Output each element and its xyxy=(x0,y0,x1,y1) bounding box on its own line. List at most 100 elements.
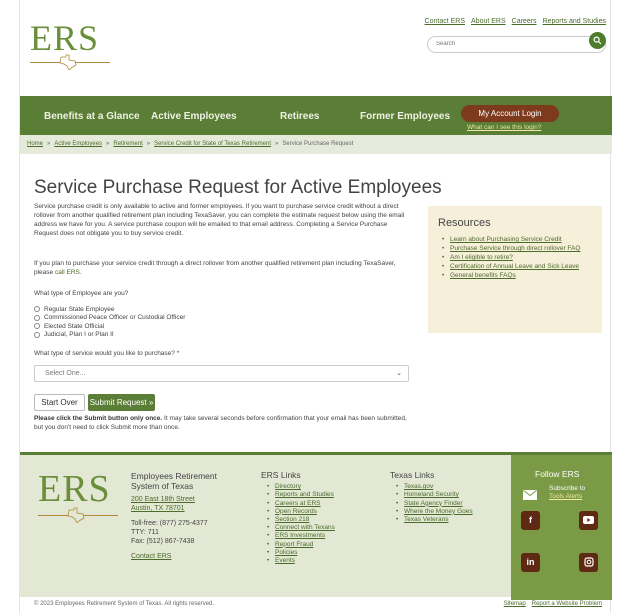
contact-ers-link[interactable]: Contact ERS xyxy=(425,18,465,25)
report-problem-link[interactable]: Report a Website Problem xyxy=(532,601,602,607)
list-item: Careers at ERS xyxy=(267,500,371,508)
search-button[interactable] xyxy=(589,32,606,49)
radio-peace-officer[interactable]: Commissioned Peace Officer or Custodial … xyxy=(34,314,185,323)
nav-benefits[interactable]: Benefits at a Glance xyxy=(44,111,140,122)
tty-number: TTY: 711 xyxy=(131,529,159,536)
footer-link[interactable]: Homeland Security xyxy=(404,491,459,498)
logo-text: ERS xyxy=(30,18,100,58)
list-item: Reports and Studies xyxy=(267,491,371,499)
list-item: Am I eligible to retire? xyxy=(442,253,592,262)
youtube-icon[interactable] xyxy=(579,511,598,530)
select-value: Select One... xyxy=(45,370,86,377)
crumb-service-credit[interactable]: Service Credit for State of Texas Retire… xyxy=(154,141,271,147)
resource-link[interactable]: General benefits FAQs xyxy=(450,272,516,279)
facebook-icon[interactable]: f xyxy=(521,511,540,530)
crumb-active-employees[interactable]: Active Employees xyxy=(54,141,102,147)
crumb-current: Service Purchase Request xyxy=(282,141,354,147)
crumb-home[interactable]: Home xyxy=(27,141,43,147)
search-input[interactable] xyxy=(427,35,606,53)
contact-ers-footer-link[interactable]: Contact ERS xyxy=(131,553,171,560)
radio-circle[interactable] xyxy=(34,323,40,330)
rollover-text: If you plan to purchase your service cre… xyxy=(34,260,396,276)
service-type-select[interactable]: Select One... ⌄ xyxy=(34,365,409,382)
bottom-links: Sitemap Report a Website Problem xyxy=(504,601,602,607)
list-item: Open Records xyxy=(267,508,371,516)
footer-link[interactable]: Where the Money Goes xyxy=(404,508,473,515)
nav-former-employees[interactable]: Former Employees xyxy=(360,111,450,122)
list-item: Learn about Purchasing Service Credit xyxy=(442,235,592,244)
footer-link[interactable]: Events xyxy=(275,557,295,564)
employee-type-question: What type of Employee are you? xyxy=(34,290,129,297)
employee-type-radio-group: Regular State Employee Commissioned Peac… xyxy=(34,305,185,339)
page-title: Service Purchase Request for Active Empl… xyxy=(34,177,442,198)
list-item: Section 218 xyxy=(267,516,371,524)
texas-links-column: Texas Links Texas.gov Homeland Security … xyxy=(390,470,505,525)
list-item: State Agency Finder xyxy=(396,500,505,508)
list-item: Events xyxy=(267,557,371,565)
footer-link[interactable]: Connect with Texans xyxy=(275,524,335,531)
list-item: Connect with Texans xyxy=(267,524,371,532)
start-over-button[interactable]: Start Over xyxy=(34,394,85,411)
resource-link[interactable]: Certification of Annual Leave and Sick L… xyxy=(450,263,579,270)
follow-ers-title: Follow ERS xyxy=(535,469,580,479)
list-item: Homeland Security xyxy=(396,491,505,499)
submit-request-button[interactable]: Submit Request » xyxy=(88,394,155,411)
resource-link[interactable]: Learn about Purchasing Service Credit xyxy=(450,236,562,243)
footer-link[interactable]: Texas.gov xyxy=(404,483,433,490)
nav-retirees[interactable]: Retirees xyxy=(280,111,319,122)
list-item: ERS Investments xyxy=(267,532,371,540)
footer-link[interactable]: Section 218 xyxy=(275,516,309,523)
nav-active-employees[interactable]: Active Employees xyxy=(151,111,237,122)
resources-title: Resources xyxy=(438,217,491,229)
texas-map-icon xyxy=(59,54,77,70)
linkedin-icon[interactable]: in xyxy=(521,553,540,572)
my-account-login-button[interactable]: My Account Login xyxy=(461,105,559,122)
about-ers-link[interactable]: About ERS xyxy=(471,18,506,25)
follow-ers-panel: Follow ERS Subscribe to Tools Alerts f i… xyxy=(511,455,612,600)
texas-map-icon xyxy=(67,507,85,523)
footer-link[interactable]: Directory xyxy=(275,483,301,490)
texas-links-title: Texas Links xyxy=(390,470,435,480)
footer-link[interactable]: Open Records xyxy=(275,508,317,515)
list-item: Policies xyxy=(267,549,371,557)
utility-links: Contact ERS About ERS Careers Reports an… xyxy=(425,18,606,25)
sitemap-link[interactable]: Sitemap xyxy=(504,601,526,607)
footer-link[interactable]: Policies xyxy=(275,549,297,556)
instagram-icon[interactable] xyxy=(579,553,598,572)
ers-links-column: ERS Links Directory Reports and Studies … xyxy=(261,471,371,566)
list-item: Texas Veterans xyxy=(396,516,505,524)
resource-link[interactable]: Am I eligible to retire? xyxy=(450,254,513,261)
footer-ers-logo[interactable]: ERS xyxy=(38,469,118,529)
footer-link[interactable]: Texas Veterans xyxy=(404,516,448,523)
footer-link[interactable]: Reports and Studies xyxy=(275,491,334,498)
footer: ERS Employees Retirement System of Texas… xyxy=(20,452,612,600)
footer-org-name: Employees Retirement System of Texas xyxy=(131,471,217,491)
footer-link[interactable]: State Agency Finder xyxy=(404,500,463,507)
radio-circle[interactable] xyxy=(34,314,40,321)
radio-judicial[interactable]: Judicial, Plan I or Plan II xyxy=(34,331,185,340)
address-city-link[interactable]: Austin, TX 78701 xyxy=(131,505,185,512)
mail-icon[interactable] xyxy=(523,490,537,500)
login-help-link[interactable]: What can I see this login? xyxy=(467,124,541,131)
radio-regular-state-employee[interactable]: Regular State Employee xyxy=(34,305,185,314)
crumb-retirement[interactable]: Retirement xyxy=(113,141,142,147)
footer-link[interactable]: Report Fraud xyxy=(275,541,313,548)
footer-link[interactable]: ERS Investments xyxy=(275,532,325,539)
service-type-question: What type of service would you like to p… xyxy=(34,350,180,357)
main-nav: Benefits at a Glance Active Employees Re… xyxy=(20,96,612,135)
radio-circle[interactable] xyxy=(34,331,40,338)
reports-studies-link[interactable]: Reports and Studies xyxy=(543,18,606,25)
footer-logo-text: ERS xyxy=(38,468,111,510)
subscribe-tools-alerts[interactable]: Subscribe to Tools Alerts xyxy=(549,485,585,501)
address-link[interactable]: 200 East 18th Street xyxy=(131,496,195,503)
page: ERS Contact ERS About ERS Careers Report… xyxy=(19,0,612,613)
careers-link[interactable]: Careers xyxy=(512,18,537,25)
radio-elected-official[interactable]: Elected State Official xyxy=(34,322,185,331)
list-item: Where the Money Goes xyxy=(396,508,505,516)
ers-logo[interactable]: ERS xyxy=(30,18,110,70)
call-ers-link[interactable]: call ERS xyxy=(55,269,80,276)
radio-circle[interactable] xyxy=(34,306,40,313)
footer-contact: Employees Retirement System of Texas 200… xyxy=(131,471,246,561)
resource-link[interactable]: Purchase Service through direct rollover… xyxy=(450,245,580,252)
footer-link[interactable]: Careers at ERS xyxy=(275,500,321,507)
